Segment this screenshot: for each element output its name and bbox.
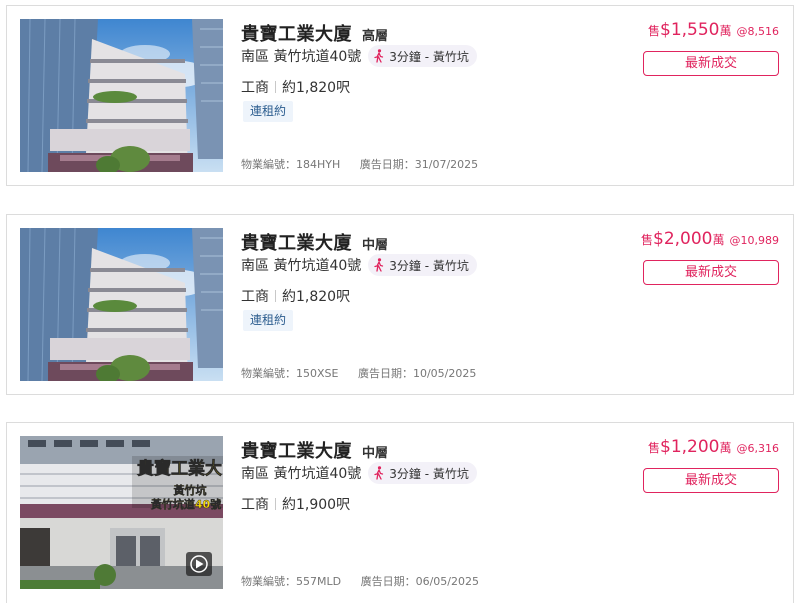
building-photo — [20, 19, 223, 172]
sale-price: $1,550 — [660, 20, 720, 40]
sale-price: $1,200 — [660, 437, 720, 457]
address-row: 南區 黃竹坑道40號 3分鐘 - 黃竹坑 — [241, 254, 477, 276]
ad-date: 廣告日期：06/05/2025 — [360, 575, 479, 588]
address: 南區 黃竹坑道40號 — [241, 258, 362, 274]
walk-distance-text: 3分鐘 - 黃竹坑 — [389, 258, 469, 273]
price-row: 售 $1,200 萬 @6,316 — [648, 437, 779, 457]
walk-distance-chip: 3分鐘 - 黃竹坑 — [368, 45, 477, 67]
tenancy-tag: 連租約 — [243, 101, 294, 122]
video-overlay-title: 貴寶工業大 — [137, 458, 222, 479]
sale-price: $2,000 — [653, 229, 713, 249]
unit-price: @8,516 — [736, 25, 780, 38]
property-ref: 物業編號：557MLD — [241, 575, 342, 588]
usage-type: 工商 — [241, 289, 269, 305]
listing-results: 貴寶工業大廈 高層 南區 黃竹坑道40號 3分鐘 - 黃竹坑 工商 約1,820… — [0, 0, 800, 603]
walk-distance-text: 3分鐘 - 黃竹坑 — [389, 466, 469, 481]
floor-area: 約1,900呎 — [282, 497, 351, 513]
building-name[interactable]: 貴寶工業大廈 — [241, 437, 352, 463]
walking-person-icon — [374, 258, 384, 272]
sell-label: 售 — [640, 233, 653, 247]
walking-person-icon — [374, 49, 384, 63]
ad-date: 廣告日期：31/07/2025 — [359, 158, 479, 171]
separator — [275, 81, 276, 93]
video-overlay-district: 黃竹坑 — [173, 483, 207, 497]
usage-row: 工商 約1,900呎 — [241, 494, 350, 514]
walking-person-icon — [374, 466, 384, 480]
separator — [275, 498, 276, 510]
address: 南區 黃竹坑道40號 — [241, 49, 362, 65]
latest-transactions-button[interactable]: 最新成交 — [643, 260, 779, 285]
video-thumbnail: 貴寶工業大 黃竹坑 黃竹坑道40號 — [20, 436, 223, 589]
meta-row: 物業編號：150XSE 廣告日期：10/05/2025 — [241, 365, 476, 381]
unit-price: @10,989 — [729, 234, 780, 247]
price-row: 售 $1,550 萬 @8,516 — [648, 20, 779, 40]
floor-level: 高層 — [362, 29, 389, 44]
building-name[interactable]: 貴寶工業大廈 — [241, 229, 352, 255]
usage-row: 工商 約1,820呎 — [241, 286, 350, 306]
unit-price: @6,316 — [736, 442, 780, 455]
separator — [275, 290, 276, 302]
title-row: 貴寶工業大廈 高層 — [241, 20, 388, 46]
floor-area: 約1,820呎 — [282, 289, 351, 305]
price-row: 售 $2,000 萬 @10,989 — [641, 229, 779, 249]
ad-date: 廣告日期：10/05/2025 — [357, 367, 477, 380]
building-name[interactable]: 貴寶工業大廈 — [241, 20, 352, 46]
price-unit: 萬 — [719, 441, 732, 455]
meta-row: 物業編號：557MLD 廣告日期：06/05/2025 — [241, 573, 479, 589]
usage-type: 工商 — [241, 497, 269, 513]
latest-transactions-button[interactable]: 最新成交 — [643, 51, 779, 76]
sell-label: 售 — [647, 24, 660, 38]
building-photo — [20, 228, 223, 381]
listing-video-thumbnail[interactable]: 貴寶工業大 黃竹坑 黃竹坑道40號 — [20, 436, 223, 589]
tenancy-tag: 連租約 — [243, 310, 294, 331]
usage-type: 工商 — [241, 80, 269, 96]
title-row: 貴寶工業大廈 中層 — [241, 437, 388, 463]
walk-distance-text: 3分鐘 - 黃竹坑 — [389, 49, 469, 64]
walk-distance-chip: 3分鐘 - 黃竹坑 — [368, 462, 477, 484]
sell-label: 售 — [647, 441, 660, 455]
video-overlay-address: 黃竹坑道40號 — [150, 497, 221, 511]
title-row: 貴寶工業大廈 中層 — [241, 229, 388, 255]
latest-transactions-button[interactable]: 最新成交 — [643, 468, 779, 493]
listing-card[interactable]: 貴寶工業大廈 高層 南區 黃竹坑道40號 3分鐘 - 黃竹坑 工商 約1,820… — [6, 5, 794, 186]
listing-photo[interactable] — [20, 19, 223, 172]
listing-card[interactable]: 貴寶工業大廈 中層 南區 黃竹坑道40號 3分鐘 - 黃竹坑 工商 約1,820… — [6, 214, 794, 395]
usage-row: 工商 約1,820呎 — [241, 77, 350, 97]
floor-level: 中層 — [362, 238, 389, 253]
play-icon[interactable] — [186, 552, 212, 576]
address-row: 南區 黃竹坑道40號 3分鐘 - 黃竹坑 — [241, 45, 477, 67]
price-unit: 萬 — [712, 233, 725, 247]
property-ref: 物業編號：184HYH — [241, 158, 341, 171]
floor-level: 中層 — [362, 446, 389, 461]
address-row: 南區 黃竹坑道40號 3分鐘 - 黃竹坑 — [241, 462, 477, 484]
listing-photo[interactable] — [20, 228, 223, 381]
property-ref: 物業編號：150XSE — [241, 367, 339, 380]
price-unit: 萬 — [719, 24, 732, 38]
meta-row: 物業編號：184HYH 廣告日期：31/07/2025 — [241, 156, 478, 172]
walk-distance-chip: 3分鐘 - 黃竹坑 — [368, 254, 477, 276]
floor-area: 約1,820呎 — [282, 80, 351, 96]
address: 南區 黃竹坑道40號 — [241, 466, 362, 482]
listing-card[interactable]: 貴寶工業大 黃竹坑 黃竹坑道40號 貴寶工業大廈 中層 南區 黃竹坑道40號 3… — [6, 422, 794, 603]
